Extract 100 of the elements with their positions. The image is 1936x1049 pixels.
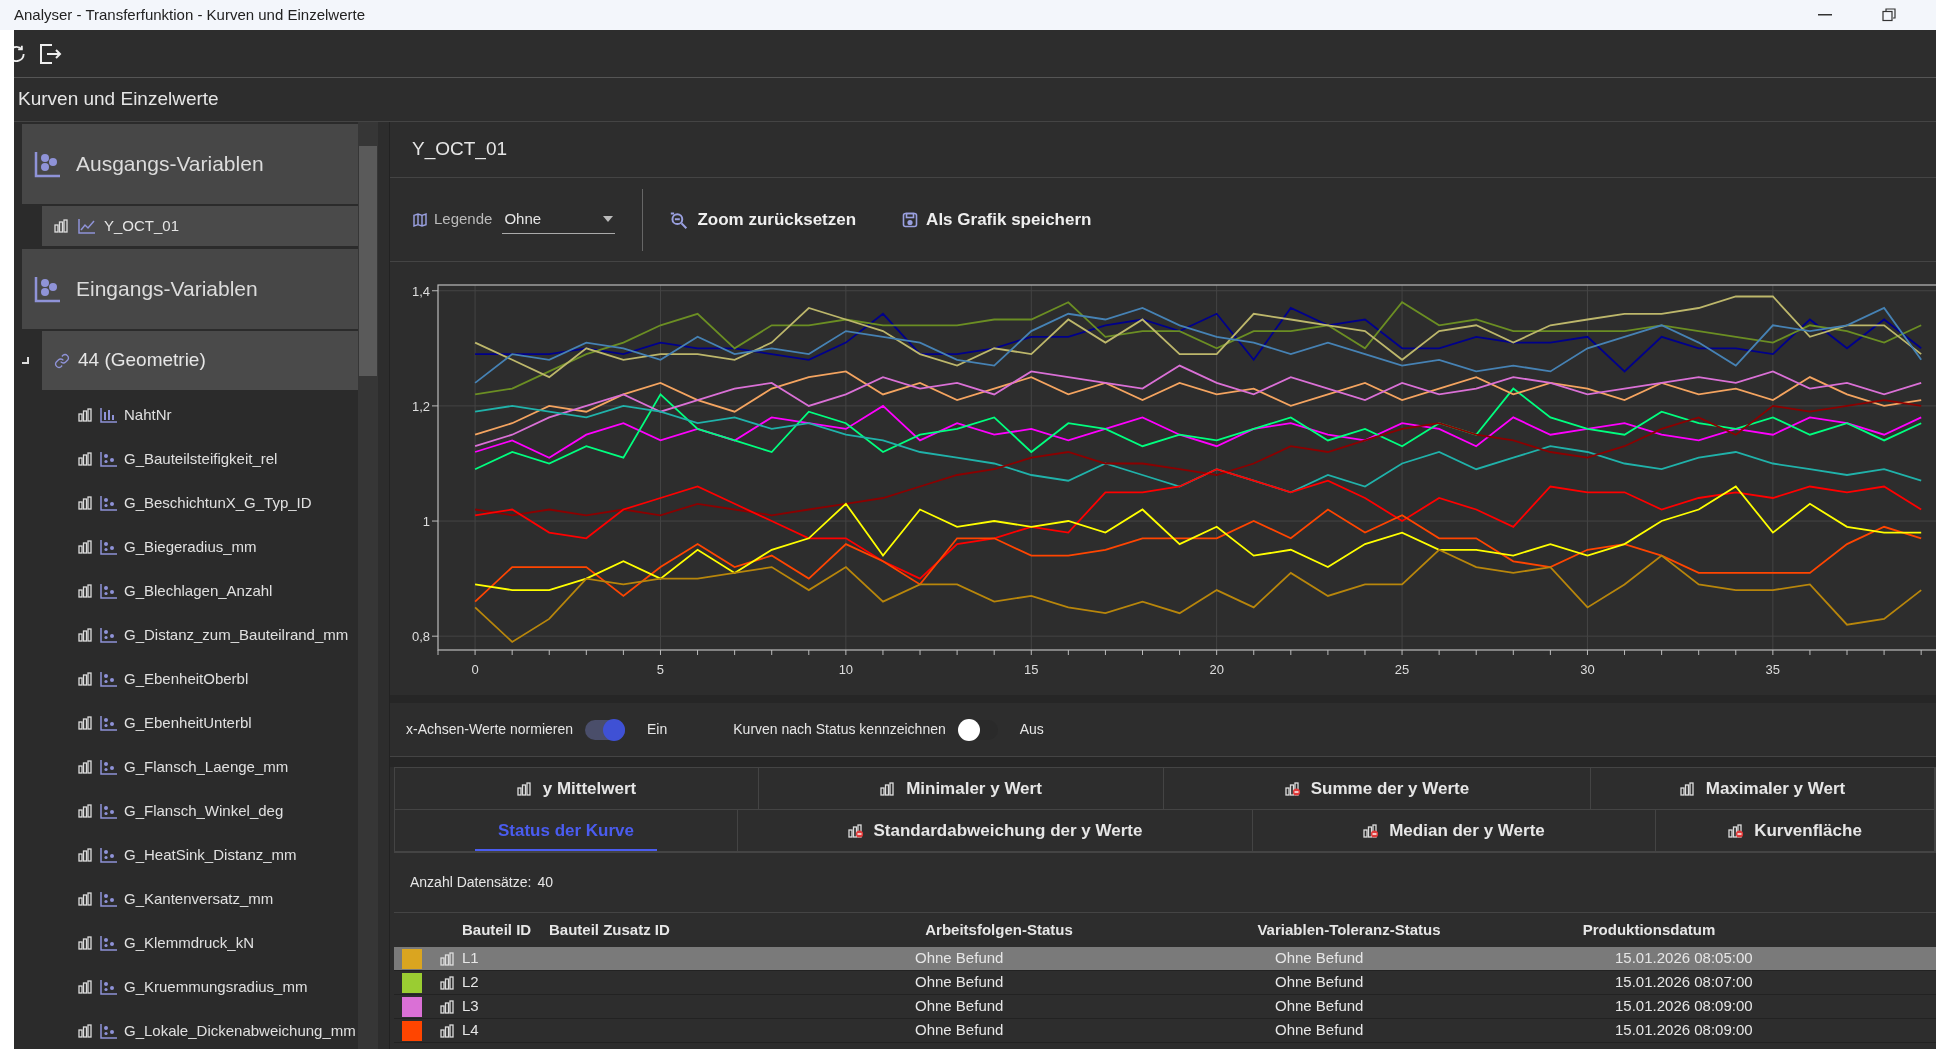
x-tick-label: 5 [656, 662, 665, 677]
variable-label: G_Bauteilsteifigkeit_rel [124, 448, 278, 469]
caret-icon [603, 216, 614, 222]
table-row[interactable]: L1 Ohne Befund Ohne Befund 15.01.2026 08:05:00 [394, 947, 1936, 971]
bar-chart-icon [880, 781, 897, 796]
x-tick-label: 35 [1765, 662, 1781, 677]
variable-item[interactable]: G_Flansch_Winkel_deg [22, 789, 358, 833]
sidebar-item[interactable]: 44 (Geometrie) [42, 331, 358, 390]
variable-item[interactable]: G_Distanz_zum_Bauteilrand_mm [22, 613, 358, 657]
column-header[interactable]: Arbeitsfolgen-Status [925, 920, 1073, 938]
save-icon [902, 211, 919, 228]
x-tick-label: 10 [838, 662, 854, 677]
scatter-plot-icon [100, 979, 118, 995]
table-cell: 15.01.2026 08:05:00 [1615, 949, 1753, 967]
window-title: Analyser - Transferfunktion - Kurven und Einzelwerte [13, 4, 365, 25]
variable-label: G_Kruemmungsradius_mm [124, 976, 308, 997]
zoom-out-icon [669, 210, 690, 229]
sidebar-group-header[interactable]: Eingangs-Variablen [22, 249, 358, 329]
tree-corner-icon [22, 356, 30, 365]
variable-item[interactable]: G_Flansch_Laenge_mm [22, 745, 358, 789]
variable-item[interactable]: G_Klemmdruck_kN [22, 921, 358, 965]
bar-chart-icon [440, 975, 456, 990]
variable-item[interactable]: G_Biegeradius_mm [22, 525, 358, 569]
table-row[interactable]: L3 Ohne Befund Ohne Befund 15.01.2026 08:09:00 [394, 995, 1936, 1019]
scatter-plot-icon [100, 803, 118, 819]
table-cell: Ohne Befund [915, 997, 1004, 1015]
y-tick-label: 1,2 [411, 398, 430, 414]
variable-item[interactable]: G_Lokale_Dickenabweichung_mm [22, 1009, 358, 1049]
line-chart-icon [78, 218, 96, 234]
tab[interactable]: Summe der y Werte [1164, 768, 1591, 809]
tab[interactable]: Maximaler y Wert [1591, 768, 1935, 809]
zoom-reset-button[interactable]: Zoom zurücksetzen [669, 206, 857, 233]
table-cell: Ohne Befund [1275, 973, 1364, 991]
variable-label: G_Blechlagen_Anzahl [124, 580, 273, 601]
bar-chart-icon [440, 999, 456, 1014]
scatter-plot-icon [100, 671, 118, 687]
table-cell: Ohne Befund [915, 973, 1004, 991]
variable-label: G_Flansch_Winkel_deg [124, 800, 284, 821]
restore-icon[interactable] [1882, 8, 1896, 22]
x-tick-label: 15 [1024, 662, 1039, 677]
sidebar-item-label: Y_OCT_01 [104, 215, 180, 236]
bar-chart-icon [78, 496, 94, 510]
variable-label: G_Flansch_Laenge_mm [124, 756, 289, 777]
variable-label: NahtNr [124, 404, 172, 425]
scatter-plot-icon [100, 847, 118, 863]
variable-item[interactable]: G_Kantenversatz_mm [22, 877, 358, 921]
link-icon [54, 352, 70, 369]
scatter-plot-icon [100, 715, 118, 731]
panel-title: Y_OCT_01 [411, 137, 508, 162]
bar-chart-icon [78, 936, 94, 950]
exit-icon[interactable] [38, 42, 62, 65]
bar-chart-icon [78, 804, 94, 818]
table-row[interactable]: L2 Ohne Befund Ohne Befund 15.01.2026 08:07:00 [394, 971, 1936, 995]
table-cell: Ohne Befund [1275, 1021, 1364, 1039]
variable-item[interactable]: G_Blechlagen_Anzahl [22, 569, 358, 613]
table-cell: 15.01.2026 08:07:00 [1615, 973, 1753, 991]
variable-label: G_BeschichtunX_G_Typ_ID [124, 492, 312, 513]
variable-item[interactable]: G_HeatSink_Distanz_mm [22, 833, 358, 877]
scrollbar-thumb[interactable] [359, 146, 377, 376]
minimize-icon[interactable] [1818, 14, 1832, 16]
tab[interactable]: y Mittelwert [395, 768, 759, 809]
bar-chart-icon [78, 848, 94, 862]
legend-dropdown[interactable]: Ohne [502, 205, 616, 234]
bar-chart-icon [516, 781, 533, 796]
tab[interactable]: Standardabweichung der y Werte [738, 810, 1253, 851]
column-header[interactable]: Bauteil ID [462, 920, 532, 938]
column-header[interactable]: Bauteil Zusatz ID [549, 920, 670, 938]
sidebar-item[interactable]: Y_OCT_01 [42, 206, 358, 246]
bar-chart-icon [78, 672, 94, 686]
tab[interactable]: Minimaler y Wert [759, 768, 1164, 809]
variable-item[interactable]: G_Bauteilsteifigkeit_rel [22, 437, 358, 481]
histogram-icon [100, 407, 118, 423]
variable-item[interactable]: NahtNr [22, 393, 358, 437]
switch-state: Aus [1019, 720, 1044, 739]
cluster-chart-icon [34, 150, 62, 178]
table-cell: Ohne Befund [915, 1021, 1004, 1039]
save-graphic-button[interactable]: Als Grafik speichern [902, 206, 1092, 233]
bar-chart-icon [78, 452, 94, 466]
table-row[interactable]: L4 Ohne Befund Ohne Befund 15.01.2026 08:09:00 [394, 1019, 1936, 1043]
table-cell: 15.01.2026 08:09:00 [1615, 1021, 1753, 1039]
scatter-plot-icon [100, 1023, 118, 1039]
variable-label: G_Biegeradius_mm [124, 536, 257, 557]
variable-label: G_EbenheitOberbl [124, 668, 249, 689]
tab[interactable]: Median der y Werte [1253, 810, 1656, 851]
switch-label: Kurven nach Status kennzeichnen [733, 720, 946, 739]
variable-item[interactable]: G_BeschichtunX_G_Typ_ID [22, 481, 358, 525]
variable-item[interactable]: G_EbenheitOberbl [22, 657, 358, 701]
sidebar-group-header[interactable]: Ausgangs-Variablen [22, 124, 358, 204]
table-cell: Ohne Befund [1275, 949, 1364, 967]
sidebar-scrollbar[interactable] [358, 122, 378, 1049]
scatter-plot-icon [100, 495, 118, 511]
bar-chart-blocked-icon [1728, 823, 1745, 838]
variable-item[interactable]: G_EbenheitUnterbl [22, 701, 358, 745]
toggle-switch[interactable] [585, 719, 626, 740]
record-count-value: 40 [537, 873, 553, 892]
cluster-chart-icon [34, 275, 62, 303]
column-header[interactable]: Produktionsdatum [1582, 920, 1716, 938]
tab[interactable]: Kurvenfläche [1656, 810, 1935, 851]
variable-item[interactable]: G_Kruemmungsradius_mm [22, 965, 358, 1009]
column-header[interactable]: Variablen-Toleranz-Status [1257, 920, 1441, 938]
